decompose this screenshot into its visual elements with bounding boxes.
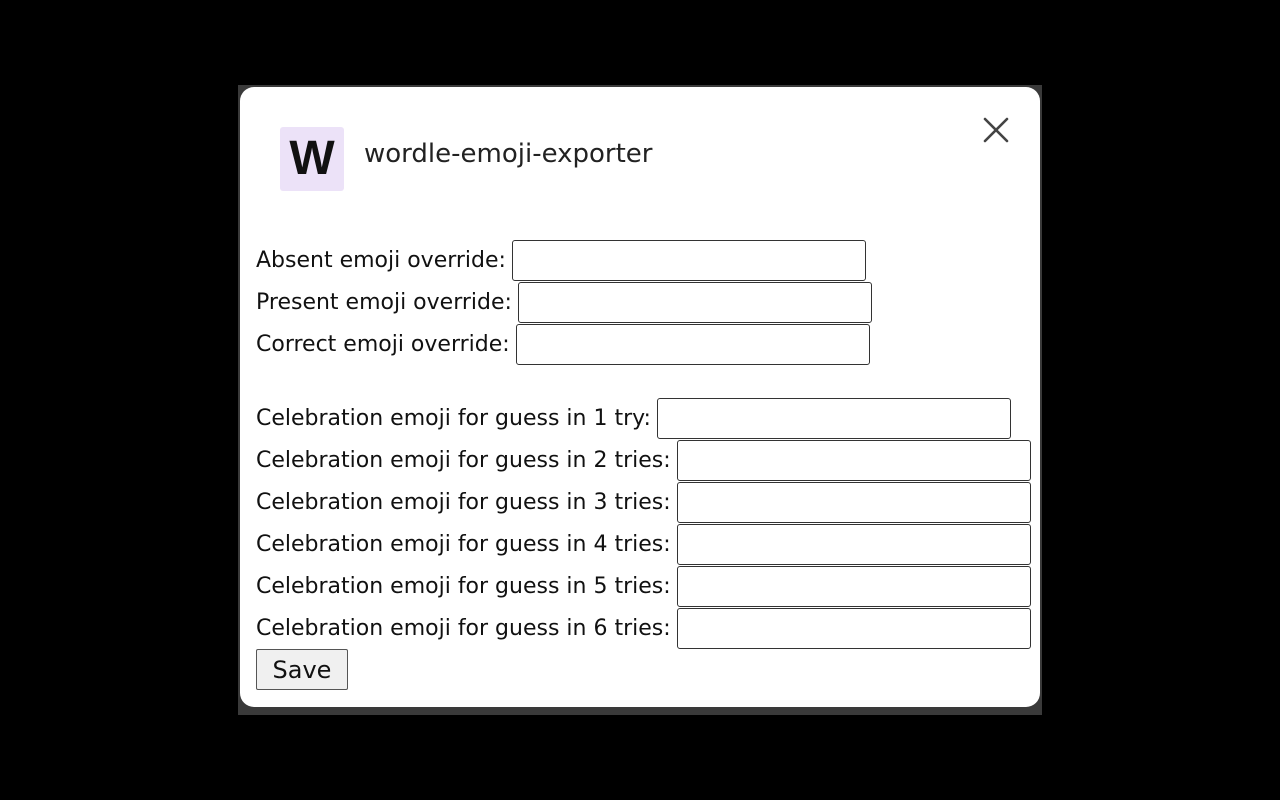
celebration-input-6[interactable] <box>676 607 1031 649</box>
app-title: wordle-emoji-exporter <box>364 139 653 169</box>
correct-override-row: Correct emoji override: <box>256 323 870 365</box>
extension-options-dialog: W wordle-emoji-exporter Absent emoji ove… <box>240 87 1040 707</box>
present-override-label: Present emoji override: <box>256 289 512 315</box>
absent-override-input[interactable] <box>511 239 866 281</box>
close-icon <box>983 117 1009 143</box>
celebration-row-4: Celebration emoji for guess in 4 tries: <box>256 523 1031 565</box>
celebration-input-2[interactable] <box>676 439 1031 481</box>
present-override-input[interactable] <box>517 281 872 323</box>
celebration-label-4: Celebration emoji for guess in 4 tries: <box>256 531 671 557</box>
celebration-input-3[interactable] <box>676 481 1031 523</box>
absent-override-row: Absent emoji override: <box>256 239 866 281</box>
celebration-row-3: Celebration emoji for guess in 3 tries: <box>256 481 1031 523</box>
celebration-input-1[interactable] <box>656 397 1011 439</box>
celebration-label-1: Celebration emoji for guess in 1 try: <box>256 405 651 431</box>
celebration-label-2: Celebration emoji for guess in 2 tries: <box>256 447 671 473</box>
present-override-row: Present emoji override: <box>256 281 872 323</box>
close-button[interactable] <box>978 112 1014 148</box>
celebration-row-2: Celebration emoji for guess in 2 tries: <box>256 439 1031 481</box>
save-button[interactable]: Save <box>256 649 348 690</box>
absent-override-label: Absent emoji override: <box>256 247 506 273</box>
correct-override-input[interactable] <box>515 323 870 365</box>
correct-override-label: Correct emoji override: <box>256 331 510 357</box>
celebration-input-4[interactable] <box>676 523 1031 565</box>
celebration-input-5[interactable] <box>676 565 1031 607</box>
celebration-row-6: Celebration emoji for guess in 6 tries: <box>256 607 1031 649</box>
celebration-label-5: Celebration emoji for guess in 5 tries: <box>256 573 671 599</box>
celebration-label-6: Celebration emoji for guess in 6 tries: <box>256 615 671 641</box>
app-icon: W <box>280 127 344 191</box>
celebration-row-1: Celebration emoji for guess in 1 try: <box>256 397 1011 439</box>
celebration-label-3: Celebration emoji for guess in 3 tries: <box>256 489 671 515</box>
celebration-row-5: Celebration emoji for guess in 5 tries: <box>256 565 1031 607</box>
